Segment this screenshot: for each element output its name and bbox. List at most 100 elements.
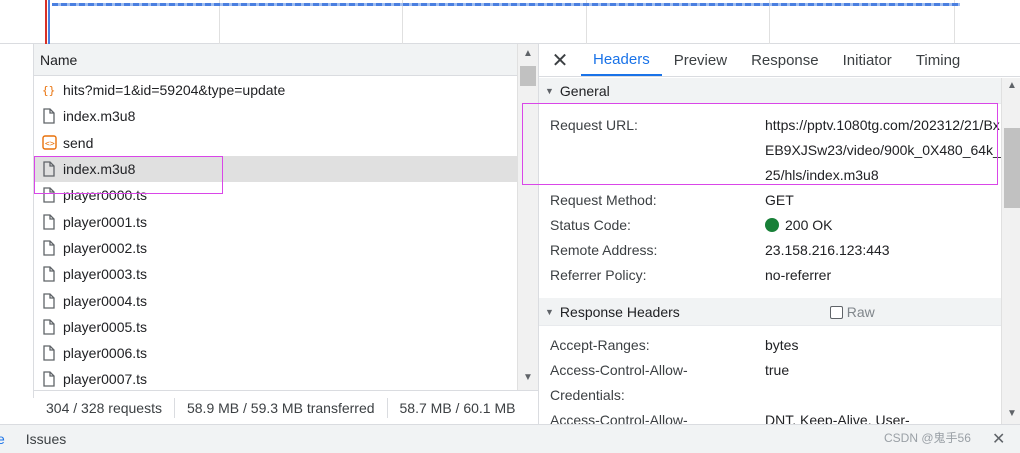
request-row[interactable]: player0001.ts	[34, 208, 517, 234]
remote-address-value: 23.158.216.123:443	[765, 242, 890, 258]
scroll-down-arrow-icon[interactable]: ▼	[523, 372, 533, 383]
request-name: send	[63, 134, 94, 151]
request-name: player0001.ts	[63, 213, 148, 230]
tab-preview[interactable]: Preview	[662, 44, 739, 76]
timeline-load-marker	[45, 0, 47, 44]
response-header-row: Accept-Ranges: bytes	[539, 333, 1001, 358]
transferred-size: 58.9 MB / 59.3 MB transferred	[175, 397, 388, 418]
raw-label: Raw	[846, 303, 875, 320]
request-name: player0005.ts	[63, 318, 148, 335]
tab-issues[interactable]: Issues	[26, 431, 66, 447]
request-row[interactable]: player0003.ts	[34, 261, 517, 287]
request-name: player0004.ts	[63, 292, 148, 309]
resources-size: 58.7 MB / 60.1 MB	[399, 399, 516, 416]
file-icon	[41, 108, 57, 125]
request-name: hits?mid=1&id=59204&type=update	[63, 82, 286, 99]
selected-row-highlight	[34, 156, 223, 194]
request-list-scrollbar[interactable]: ▲ ▼	[517, 44, 538, 390]
request-method-row: Request Method: GET	[539, 188, 1001, 213]
status-code-value: 200 OK	[785, 217, 833, 233]
response-header-key: Accept-Ranges:	[550, 337, 650, 353]
file-icon	[41, 213, 57, 230]
request-name: player0006.ts	[63, 345, 148, 362]
tab-console[interactable]: e	[0, 431, 5, 447]
status-code-row: Status Code: 200 OK	[539, 213, 1001, 238]
left-gutter	[0, 44, 34, 398]
collapse-triangle-icon: ▼	[545, 306, 554, 317]
raw-toggle[interactable]: Raw	[829, 303, 875, 320]
scrollbar-thumb[interactable]	[520, 66, 536, 86]
tab-response[interactable]: Response	[739, 44, 831, 76]
response-header-value: bytes	[765, 337, 799, 353]
response-headers-section-header[interactable]: ▼ Response Headers Raw	[539, 298, 1001, 326]
general-section-header[interactable]: ▼ General	[539, 78, 1001, 104]
file-icon	[41, 292, 57, 309]
request-row[interactable]: player0002.ts	[34, 235, 517, 261]
request-list: Name {} hits?mid=1&id=59204&type=update …	[34, 44, 538, 390]
response-header-value: true	[765, 362, 790, 378]
request-row[interactable]: {} hits?mid=1&id=59204&type=update	[34, 77, 517, 103]
network-timeline[interactable]	[0, 0, 1020, 44]
json-icon: {}	[41, 82, 57, 98]
scroll-down-arrow-icon[interactable]: ▼	[1007, 408, 1017, 419]
request-rows: {} hits?mid=1&id=59204&type=update index…	[34, 77, 517, 393]
referrer-policy-value: no-referrer	[765, 267, 832, 283]
watermark: CSDN @鬼手56	[884, 431, 971, 445]
svg-text:<>: <>	[45, 139, 55, 148]
general-section-title: General	[559, 82, 610, 99]
request-row[interactable]: player0006.ts	[34, 340, 517, 366]
collapse-triangle-icon: ▼	[545, 85, 554, 96]
file-icon	[41, 345, 57, 361]
request-name: player0003.ts	[63, 266, 148, 283]
tab-timing[interactable]: Timing	[904, 44, 972, 76]
details-tabbar: ✕ Headers Preview Response Initiator Tim…	[539, 44, 1020, 77]
response-header-value: DNT, Keep-Alive, User-	[765, 412, 910, 424]
raw-checkbox[interactable]	[829, 305, 843, 319]
svg-text:{}: {}	[42, 84, 55, 97]
file-icon	[41, 240, 57, 256]
network-status-bar: 304 / 328 requests 58.9 MB / 59.3 MB tra…	[34, 390, 538, 424]
request-row[interactable]: <> send	[34, 130, 517, 156]
remote-address-row: Remote Address: 23.158.216.123:443	[539, 238, 1001, 263]
status-code-key: Status Code:	[550, 217, 631, 233]
request-name: index.m3u8	[63, 108, 136, 125]
request-details-panel: ✕ Headers Preview Response Initiator Tim…	[538, 44, 1020, 424]
request-url-highlight	[522, 103, 998, 185]
tab-headers[interactable]: Headers	[581, 44, 662, 76]
file-icon	[41, 266, 57, 282]
response-header-key: Access-Control-Allow-Credentials:	[550, 362, 688, 403]
scrollbar-thumb[interactable]	[1004, 128, 1020, 208]
timeline-activity-bar	[52, 3, 960, 6]
file-icon	[41, 371, 57, 388]
request-count: 304 / 328 requests	[34, 397, 175, 418]
script-icon: <>	[41, 135, 57, 151]
request-name: player0002.ts	[63, 239, 148, 256]
timeline-dom-marker	[48, 0, 50, 44]
response-headers-title: Response Headers	[559, 303, 680, 320]
request-row[interactable]: player0005.ts	[34, 314, 517, 340]
request-method-value: GET	[765, 192, 794, 208]
close-icon[interactable]: ✕	[539, 44, 581, 76]
referrer-policy-key: Referrer Policy:	[550, 267, 647, 283]
request-row[interactable]: player0004.ts	[34, 287, 517, 313]
request-row[interactable]: player0007.ts	[34, 366, 517, 392]
status-ok-icon	[765, 218, 779, 232]
response-header-key: Access-Control-Allow-	[550, 412, 688, 424]
remote-address-key: Remote Address:	[550, 242, 658, 258]
close-icon[interactable]: ✕	[992, 429, 1005, 449]
bottom-drawer: e Issues CSDN @鬼手56 ✕	[0, 424, 1020, 453]
request-name: player0007.ts	[63, 371, 148, 388]
request-method-key: Request Method:	[550, 192, 657, 208]
request-row[interactable]: index.m3u8	[34, 103, 517, 129]
referrer-policy-row: Referrer Policy: no-referrer	[539, 263, 1001, 288]
name-column-label: Name	[40, 52, 78, 68]
details-scrollbar[interactable]: ▲ ▼	[1001, 78, 1020, 424]
name-column-header[interactable]: Name	[34, 44, 517, 76]
response-header-row: Access-Control-Allow-Credentials: true	[539, 358, 1001, 408]
timeline-lane	[0, 0, 955, 44]
tab-initiator[interactable]: Initiator	[831, 44, 904, 76]
scroll-up-arrow-icon[interactable]: ▲	[523, 48, 533, 59]
file-icon	[41, 319, 57, 335]
response-header-row: Access-Control-Allow- DNT, Keep-Alive, U…	[539, 408, 1001, 424]
scroll-up-arrow-icon[interactable]: ▲	[1007, 80, 1017, 91]
